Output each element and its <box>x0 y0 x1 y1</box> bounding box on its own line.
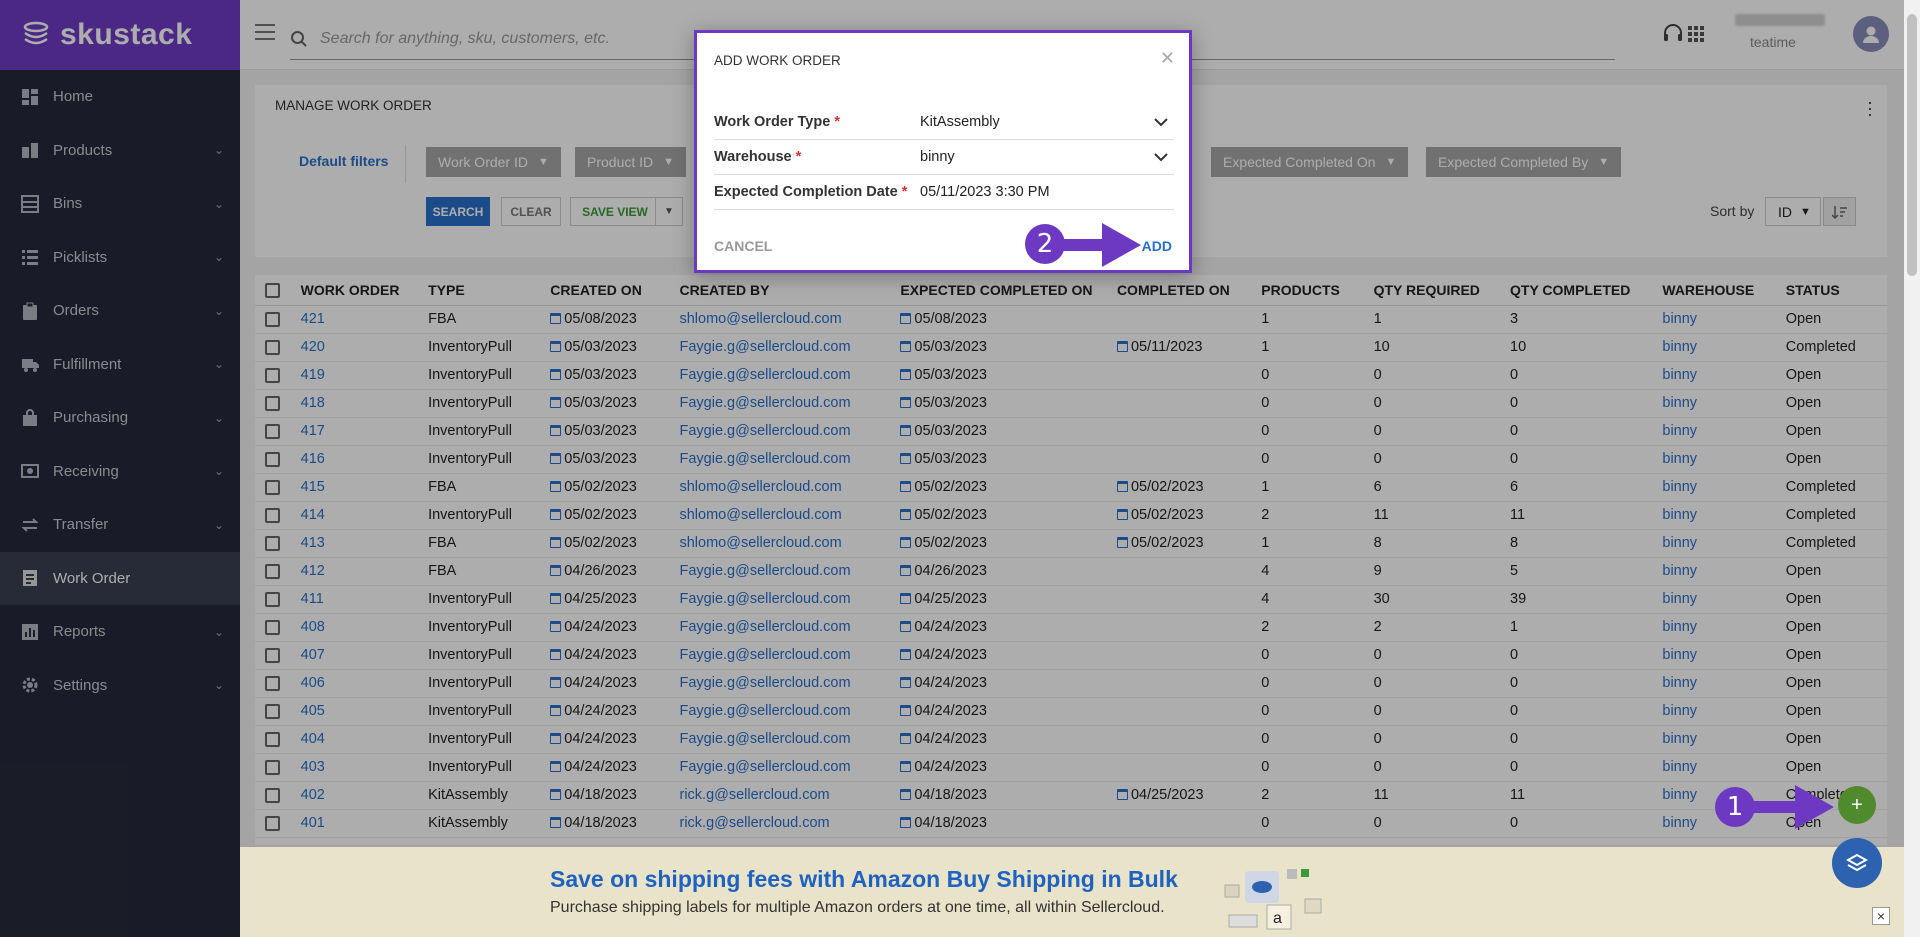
annotation-arrow-2-icon <box>1058 223 1141 267</box>
promo-banner[interactable]: Save on shipping fees with Amazon Buy Sh… <box>240 847 1920 937</box>
field-label: Expected Completion Date * <box>714 184 908 200</box>
field-label: Work Order Type * <box>714 114 840 130</box>
expected-completion-date-input[interactable]: Expected Completion Date * 05/11/2023 3:… <box>714 175 1174 210</box>
shipping-illustration-icon: a <box>1224 869 1322 930</box>
annotation-arrow-1-icon <box>1750 785 1834 829</box>
banner-subtitle: Purchase shipping labels for multiple Am… <box>550 899 1165 916</box>
banner-close-button[interactable]: × <box>1872 907 1890 925</box>
add-button[interactable]: ADD <box>1142 238 1172 254</box>
banner-title: Save on shipping fees with Amazon Buy Sh… <box>550 866 1178 892</box>
layers-fab[interactable] <box>1832 838 1882 888</box>
cancel-button[interactable]: CANCEL <box>714 238 772 254</box>
field-label: Warehouse * <box>714 149 802 165</box>
close-icon[interactable]: ✕ <box>1160 48 1175 69</box>
work-order-type-value: KitAssembly <box>920 114 1000 130</box>
expected-completion-date-value: 05/11/2023 3:30 PM <box>920 184 1050 200</box>
add-work-order-fab[interactable]: + <box>1838 786 1876 824</box>
layers-icon <box>1846 853 1868 872</box>
modal-title: ADD WORK ORDER <box>714 53 841 68</box>
warehouse-select[interactable]: Warehouse * binny <box>714 140 1174 175</box>
work-order-type-select[interactable]: Work Order Type * KitAssembly <box>714 105 1174 140</box>
scrollbar-thumb[interactable] <box>1907 14 1917 276</box>
svg-text:a: a <box>1273 910 1282 927</box>
chevron-down-icon <box>1154 114 1174 130</box>
warehouse-value: binny <box>920 149 955 165</box>
annotation-step-1: 1 <box>1715 787 1755 827</box>
chevron-down-icon <box>1154 149 1174 165</box>
page-scrollbar[interactable] <box>1904 0 1920 937</box>
